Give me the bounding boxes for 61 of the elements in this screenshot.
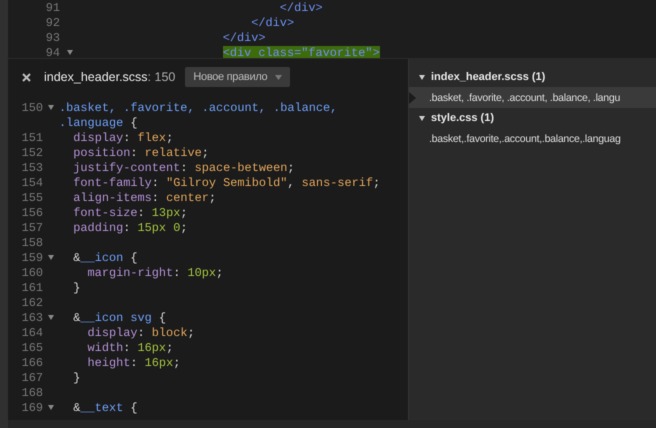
expand-arrow-icon[interactable]	[419, 116, 425, 120]
line-number: 93	[44, 30, 60, 44]
line-number: 156	[20, 206, 43, 220]
line-number: 164	[20, 326, 43, 340]
code-line: width: 16px;	[88, 340, 174, 354]
line-number: 161	[20, 280, 43, 294]
code-line: font-size: 13px;	[73, 206, 188, 220]
fold-arrow-icon[interactable]	[48, 405, 54, 410]
fold-arrow-icon[interactable]	[48, 105, 54, 110]
line-number: 151	[20, 130, 43, 144]
line-number: 94	[44, 46, 60, 58]
code-line: .basket, .favorite, .account, .balance,	[59, 100, 338, 114]
code-line: margin-right: 10px;	[88, 266, 224, 280]
line-number: 152	[20, 146, 43, 160]
rule-item[interactable]: .basket,.favorite,.account,.balance,.languag	[409, 128, 656, 149]
code-line: align-items: center;	[73, 190, 216, 204]
caret-icon	[275, 74, 282, 80]
line-reference: : 150	[148, 70, 176, 84]
line-number: 158	[20, 236, 43, 250]
code-line: justify-content: space-between;	[73, 160, 295, 174]
code-line: &__icon {	[73, 250, 138, 264]
line-number: 162	[20, 296, 43, 310]
code-line: </div>	[222, 30, 266, 44]
code-line: height: 16px;	[88, 356, 180, 370]
line-number: 166	[20, 356, 43, 370]
code-line: position: relative;	[73, 146, 209, 160]
close-icon[interactable]	[22, 72, 31, 82]
code-line: .language {	[59, 116, 138, 130]
code-line: </div>	[280, 0, 323, 14]
code-line: }	[73, 370, 80, 384]
line-number: 153	[20, 160, 43, 174]
line-number: 155	[20, 190, 43, 204]
code-line: display: flex;	[73, 130, 174, 144]
code-line: }	[73, 280, 80, 294]
rule-item[interactable]: .basket, .favorite, .account, .balance, .langu	[409, 87, 656, 108]
line-number: 163	[20, 310, 43, 324]
line-number: 160	[20, 266, 43, 280]
line-number: 154	[20, 176, 43, 190]
line-number: 159	[20, 250, 43, 264]
file-name: index_header.scss	[44, 70, 148, 84]
fold-arrow-icon[interactable]	[48, 255, 54, 260]
expand-arrow-icon[interactable]	[419, 74, 425, 80]
code-line: &__icon svg {	[73, 310, 166, 324]
line-number: 165	[20, 340, 43, 354]
file-group-title[interactable]: style.css (1)	[431, 112, 494, 124]
code-line: display: block;	[88, 326, 195, 340]
line-number: 167	[20, 370, 43, 384]
line-number: 168	[20, 386, 43, 400]
fold-arrow-icon[interactable]	[67, 50, 73, 55]
line-number: 92	[44, 16, 60, 30]
line-number: 150	[20, 100, 43, 114]
code-line: padding: 15px 0;	[73, 220, 188, 234]
fold-arrow-icon[interactable]	[48, 315, 54, 320]
code-line: &__text {	[73, 400, 138, 414]
new-rule-dropdown[interactable]: Новое правило	[185, 67, 290, 87]
code-line: </div>	[251, 16, 294, 30]
code-line: font-family: "Gilroy Semibold", sans-serif;	[73, 176, 380, 190]
line-number: 91	[44, 0, 60, 14]
file-group-title[interactable]: index_header.scss (1)	[431, 71, 546, 83]
line-number: 157	[20, 220, 43, 234]
line-number: 169	[20, 400, 43, 414]
